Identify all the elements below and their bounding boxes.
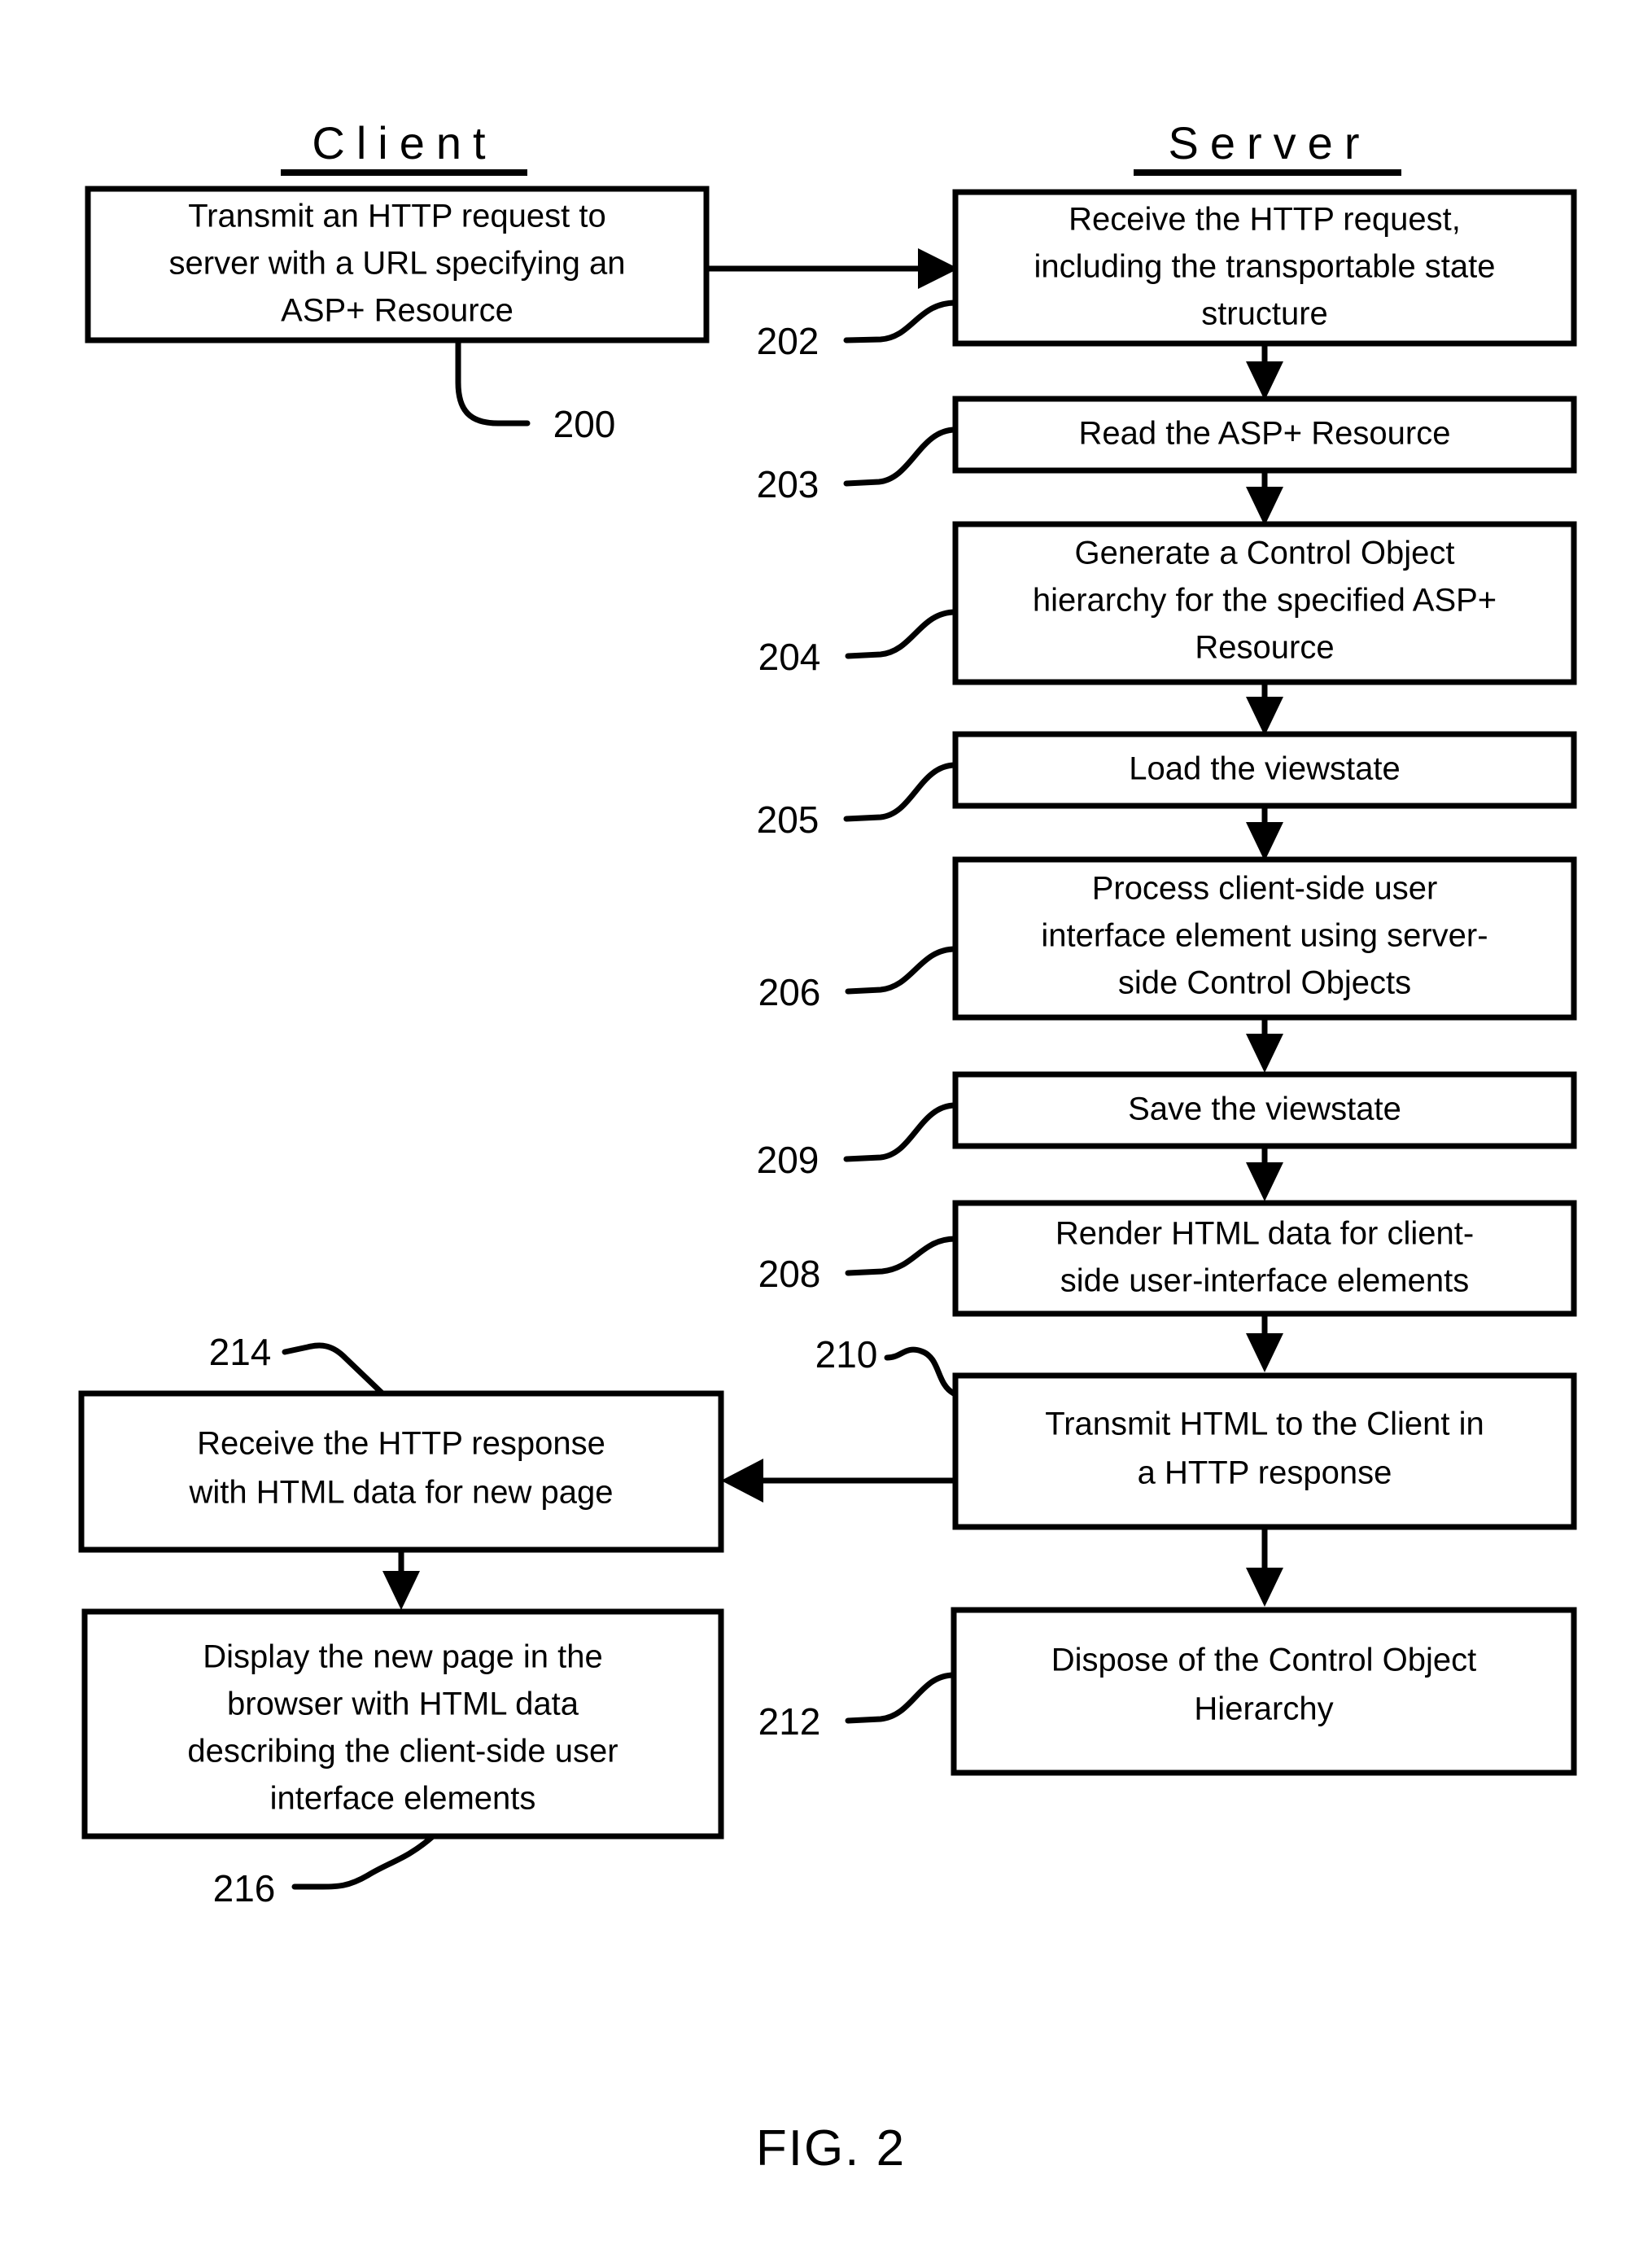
server-heading-label: Server bbox=[1169, 117, 1371, 168]
ref-label-208: 208 bbox=[758, 1253, 821, 1295]
connector-203-to-204-arrowhead bbox=[1246, 487, 1283, 526]
node-212-line-0: Dispose of the Control Object bbox=[1051, 1643, 1476, 1678]
node-206-line-1: interface element using server- bbox=[1041, 918, 1488, 954]
node-200[interactable]: Transmit an HTTP request to server with … bbox=[85, 186, 710, 343]
node-202[interactable]: Receive the HTTP request, including the … bbox=[952, 189, 1577, 347]
leader-208 bbox=[845, 1236, 959, 1276]
ref-label-203: 203 bbox=[757, 463, 819, 505]
connector-202-to-203-arrowhead bbox=[1246, 361, 1283, 400]
node-216-line-3: interface elements bbox=[270, 1781, 536, 1817]
node-208[interactable]: Render HTML data for client- side user-i… bbox=[952, 1200, 1577, 1317]
node-210-box[interactable] bbox=[952, 1372, 1577, 1530]
connector-209-to-208-arrowhead bbox=[1246, 1162, 1283, 1201]
node-212-line-1: Hierarchy bbox=[1194, 1691, 1333, 1727]
flowchart-canvas: Client Server Transmit an HTTP request t… bbox=[78, 117, 1577, 2176]
node-202-line-2: structure bbox=[1201, 296, 1328, 332]
node-206-line-2: side Control Objects bbox=[1118, 965, 1411, 1001]
node-203[interactable]: Read the ASP+ Resource bbox=[952, 396, 1577, 474]
ref-label-204: 204 bbox=[758, 636, 821, 678]
node-216-line-2: describing the client-side user bbox=[187, 1734, 618, 1770]
node-203-line-0: Read the ASP+ Resource bbox=[1079, 416, 1451, 452]
leader-200 bbox=[455, 338, 531, 427]
leader-206 bbox=[845, 946, 959, 995]
node-210-line-1: a HTTP response bbox=[1138, 1455, 1392, 1491]
node-200-line-0: Transmit an HTTP request to bbox=[188, 199, 606, 234]
node-216-line-1: browser with HTML data bbox=[227, 1686, 579, 1722]
node-214-line-1: with HTML data for new page bbox=[189, 1475, 614, 1511]
node-209-line-0: Save the viewstate bbox=[1128, 1092, 1401, 1127]
node-216-line-0: Display the new page in the bbox=[203, 1639, 602, 1675]
ref-label-205: 205 bbox=[757, 798, 819, 841]
connector-210-to-212 bbox=[1246, 1527, 1283, 1607]
node-214-box[interactable] bbox=[78, 1390, 724, 1553]
connector-214-to-216 bbox=[382, 1550, 420, 1610]
leader-214 bbox=[282, 1342, 386, 1397]
node-209[interactable]: Save the viewstate bbox=[952, 1071, 1577, 1149]
node-204-line-2: Resource bbox=[1195, 630, 1334, 666]
leader-216 bbox=[291, 1833, 436, 1890]
leader-212 bbox=[845, 1672, 957, 1724]
node-212[interactable]: Dispose of the Control Object Hierarchy bbox=[951, 1607, 1577, 1776]
node-200-line-1: server with a URL specifying an bbox=[169, 246, 626, 282]
node-202-line-1: including the transportable state bbox=[1034, 249, 1495, 285]
ref-label-206: 206 bbox=[758, 971, 821, 1013]
client-heading-label: Client bbox=[312, 117, 496, 168]
ref-label-212: 212 bbox=[758, 1700, 821, 1743]
column-heading-client: Client bbox=[281, 117, 527, 176]
node-206-line-0: Process client-side user bbox=[1092, 871, 1438, 907]
ref-label-200: 200 bbox=[553, 403, 616, 445]
node-204-line-1: hierarchy for the specified ASP+ bbox=[1033, 583, 1497, 619]
connector-206-to-209 bbox=[1246, 1017, 1283, 1073]
ref-label-216: 216 bbox=[213, 1867, 276, 1910]
node-205-line-0: Load the viewstate bbox=[1129, 751, 1401, 787]
node-214-line-0: Receive the HTTP response bbox=[197, 1426, 605, 1462]
connector-204-to-205 bbox=[1246, 682, 1283, 736]
node-200-line-2: ASP+ Resource bbox=[281, 293, 514, 329]
node-206[interactable]: Process client-side user interface eleme… bbox=[952, 856, 1577, 1021]
node-205[interactable]: Load the viewstate bbox=[952, 731, 1577, 809]
leader-204 bbox=[845, 609, 959, 659]
leader-202 bbox=[843, 300, 959, 343]
node-214[interactable]: Receive the HTTP response with HTML data… bbox=[78, 1390, 724, 1553]
connector-210-to-212-arrowhead bbox=[1246, 1568, 1283, 1607]
node-210-line-0: Transmit HTML to the Client in bbox=[1045, 1406, 1484, 1442]
node-208-line-0: Render HTML data for client- bbox=[1055, 1216, 1474, 1252]
ref-label-209: 209 bbox=[757, 1139, 819, 1181]
connector-208-to-210 bbox=[1246, 1314, 1283, 1372]
connector-208-to-210-arrowhead bbox=[1246, 1333, 1283, 1372]
connector-210-to-214 bbox=[721, 1459, 955, 1503]
figure-caption: FIG. 2 bbox=[756, 2120, 906, 2176]
connector-203-to-204 bbox=[1246, 470, 1283, 526]
patent-figure: Client Server Transmit an HTTP request t… bbox=[0, 0, 1652, 2253]
connector-209-to-208 bbox=[1246, 1146, 1283, 1201]
node-202-line-0: Receive the HTTP request, bbox=[1069, 202, 1461, 238]
connector-214-to-216-arrowhead bbox=[382, 1571, 420, 1610]
ref-label-202: 202 bbox=[757, 320, 819, 362]
node-216[interactable]: Display the new page in the browser with… bbox=[81, 1608, 724, 1840]
ref-label-214: 214 bbox=[209, 1331, 272, 1373]
connector-200-to-202 bbox=[706, 248, 959, 289]
ref-label-210: 210 bbox=[815, 1333, 878, 1376]
leader-210 bbox=[884, 1346, 957, 1397]
column-heading-server: Server bbox=[1134, 117, 1401, 176]
leader-205 bbox=[843, 762, 959, 822]
node-210[interactable]: Transmit HTML to the Client in a HTTP re… bbox=[952, 1372, 1577, 1530]
node-208-line-1: side user-interface elements bbox=[1060, 1263, 1469, 1299]
connector-202-to-203 bbox=[1246, 343, 1283, 400]
connector-210-to-214-arrowhead bbox=[721, 1459, 763, 1503]
node-204[interactable]: Generate a Control Object hierarchy for … bbox=[952, 521, 1577, 685]
leader-203 bbox=[843, 427, 959, 487]
connector-205-to-206 bbox=[1246, 806, 1283, 861]
node-204-line-0: Generate a Control Object bbox=[1075, 536, 1455, 571]
connector-205-to-206-arrowhead bbox=[1246, 822, 1283, 861]
connector-206-to-209-arrowhead bbox=[1246, 1034, 1283, 1073]
leader-209 bbox=[843, 1102, 959, 1162]
connector-204-to-205-arrowhead bbox=[1246, 697, 1283, 736]
